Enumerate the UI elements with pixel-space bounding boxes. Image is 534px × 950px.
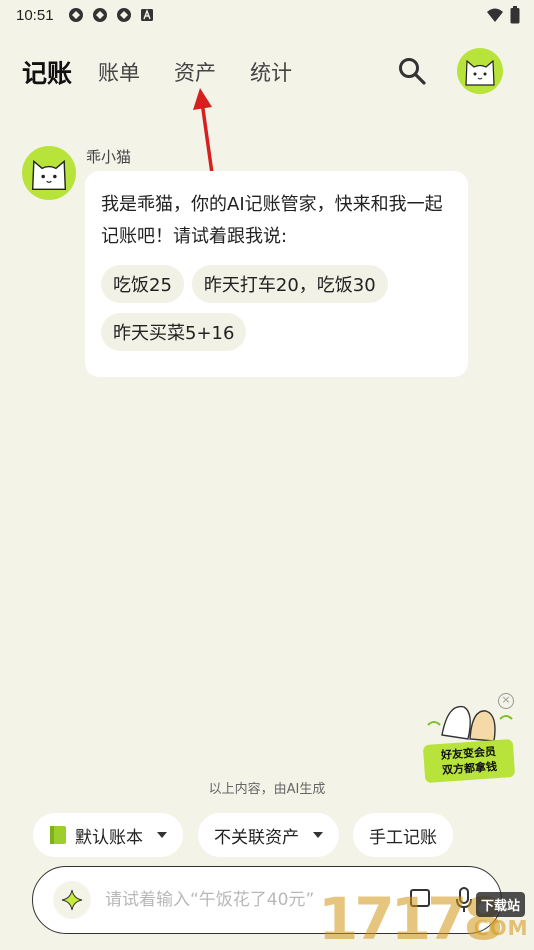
- tab-bills[interactable]: 账单: [98, 57, 140, 87]
- bot-message-text: 我是乖猫，你的AI记账管家，快来和我一起记账吧！请试着跟我说:: [101, 194, 443, 247]
- user-avatar[interactable]: [457, 48, 503, 94]
- sparkle-icon: [61, 889, 83, 911]
- search-icon[interactable]: [397, 56, 427, 86]
- book-icon: [50, 826, 66, 844]
- promo-close-button[interactable]: ×: [498, 693, 514, 709]
- bot-name: 乖小猫: [86, 148, 132, 166]
- manual-entry-label: 手工记账: [369, 827, 437, 848]
- status-bar: 10:51: [0, 0, 534, 30]
- watermark-domain: COM: [474, 916, 529, 940]
- sync-icon: [92, 8, 107, 22]
- suggestion-chip[interactable]: 昨天打车20，吃饭30: [191, 265, 388, 303]
- suggestion-chip[interactable]: 吃饭25: [101, 265, 184, 303]
- tab-bookkeeping[interactable]: 记账: [22, 54, 72, 90]
- status-icons-right: [486, 6, 520, 24]
- tab-statistics[interactable]: 统计: [250, 57, 292, 87]
- a-badge-icon: [140, 9, 153, 21]
- cat-face-icon: [465, 59, 495, 86]
- asset-selector[interactable]: 不关联资产: [198, 813, 339, 857]
- top-nav: 记账 账单 资产 统计: [0, 44, 534, 100]
- tab-assets[interactable]: 资产: [174, 57, 216, 87]
- promo-line2: 双方都拿钱: [441, 760, 498, 777]
- watermark: 17178 下载站 COM: [318, 878, 534, 950]
- book-selector-label: 默认账本: [75, 827, 143, 848]
- status-icons-left: [68, 7, 154, 23]
- chevron-down-icon: [157, 832, 167, 838]
- suggestion-chip[interactable]: 昨天买菜5+16: [101, 313, 247, 351]
- bot-message-bubble: 我是乖猫，你的AI记账管家，快来和我一起记账吧！请试着跟我说: 吃饭25 昨天打…: [85, 171, 468, 377]
- ai-spark-button[interactable]: [53, 881, 91, 919]
- sync-icon: [116, 8, 131, 22]
- suggestion-chips: 吃饭25 昨天打车20，吃饭30 昨天买菜5+16: [101, 265, 452, 351]
- watermark-tag: 下载站: [476, 892, 526, 917]
- promo-label[interactable]: 好友变会员 双方都拿钱: [422, 738, 516, 784]
- ai-generated-note: 以上内容，由AI生成: [208, 782, 326, 797]
- battery-icon: [510, 6, 520, 24]
- cat-face-icon: [31, 159, 67, 191]
- manual-entry-button[interactable]: 手工记账: [353, 813, 453, 857]
- wifi-icon: [487, 8, 503, 22]
- status-time: 10:51: [16, 6, 54, 24]
- sync-icon: [68, 8, 83, 22]
- book-selector[interactable]: 默认账本: [33, 813, 183, 857]
- chevron-down-icon: [313, 832, 323, 838]
- bot-avatar: [22, 146, 76, 200]
- watermark-digits: 17178: [318, 885, 504, 950]
- asset-selector-label: 不关联资产: [214, 827, 299, 848]
